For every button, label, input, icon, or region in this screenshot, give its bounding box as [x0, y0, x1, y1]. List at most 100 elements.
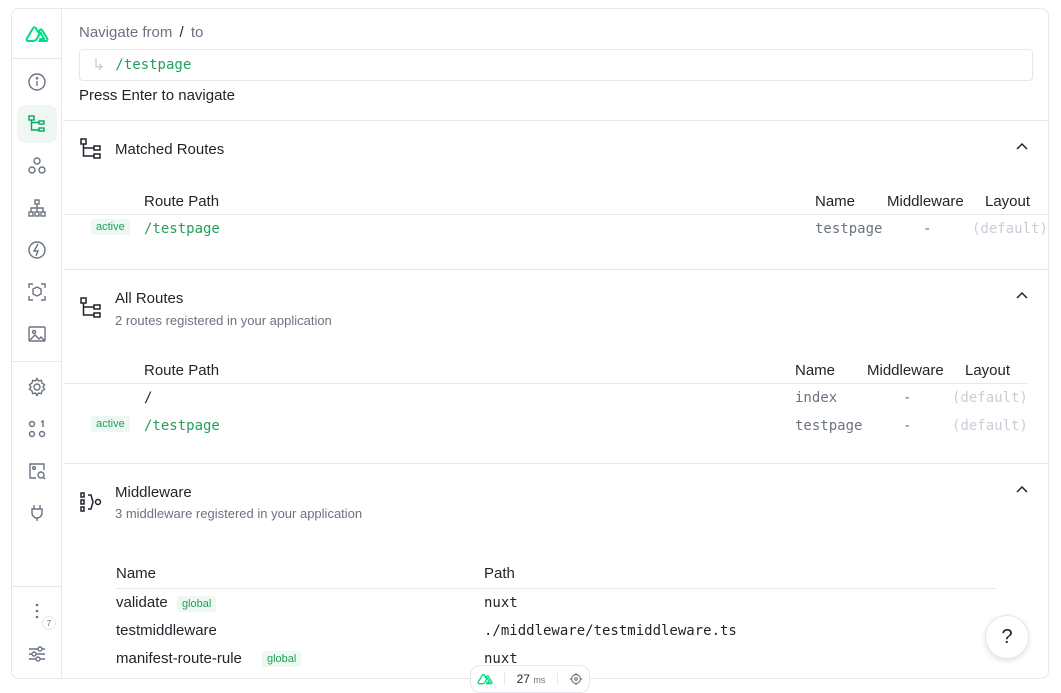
- nuxt-logo-icon[interactable]: [477, 673, 493, 685]
- navigate-hint: Press Enter to navigate: [79, 87, 235, 104]
- route-layout: (default): [952, 418, 1028, 434]
- nuxt-logo-icon: [25, 25, 49, 42]
- sidebar-item-payload[interactable]: [17, 410, 57, 448]
- render-time-unit: ms: [533, 675, 546, 685]
- devtools-status-bar: 27 ms: [470, 665, 590, 693]
- navigate-hint-key: Enter: [121, 87, 158, 104]
- middleware-path: ./middleware/testmiddleware.ts: [484, 623, 737, 639]
- components-icon: [28, 157, 46, 174]
- middleware-path: nuxt: [484, 595, 518, 611]
- gear-icon: [28, 377, 46, 397]
- middleware-title: Middleware: [115, 484, 192, 501]
- image-icon: [28, 326, 46, 342]
- route-tree-icon: [80, 297, 101, 318]
- middleware-name: testmiddleware: [116, 622, 217, 639]
- sidebar-divider: [12, 361, 62, 362]
- render-time: 27 ms: [517, 672, 546, 686]
- navigate-input[interactable]: [115, 57, 996, 73]
- devtools-window: 7 Navigate from / to ↳ Press Enter to na…: [11, 8, 1049, 679]
- all-routes-title: All Routes: [115, 290, 184, 307]
- sidebar-divider-bottom: [12, 586, 62, 587]
- route-name: testpage: [795, 418, 863, 434]
- matched-col-route-path: Route Path: [144, 193, 220, 210]
- route-path-link[interactable]: /: [144, 390, 152, 406]
- all-header-divider: [63, 383, 1027, 384]
- sidebar-item-imports[interactable]: [17, 231, 57, 269]
- navigate-title-suffix: to: [190, 24, 204, 41]
- matched-col-middleware: Middleware: [887, 193, 964, 210]
- nuxt-logo[interactable]: [12, 9, 62, 59]
- all-col-name: Name: [795, 362, 836, 379]
- payload-icon: [28, 419, 46, 438]
- route-name: index: [795, 390, 838, 406]
- matched-route-layout: (default): [972, 221, 1048, 237]
- navigate-input-box[interactable]: ↳: [79, 49, 1033, 81]
- mw-header-divider: [116, 588, 996, 589]
- render-time-value: 27: [516, 672, 530, 686]
- sidebar-item-assets[interactable]: [17, 315, 57, 353]
- sliders-icon: [29, 646, 45, 662]
- chevron-up-icon[interactable]: [1014, 482, 1030, 498]
- route-middleware: -: [903, 390, 912, 406]
- matched-routes-section: Matched Routes Route Path Name Middlewar…: [63, 120, 1048, 269]
- chevron-up-icon[interactable]: [1014, 288, 1030, 304]
- status-separator: [504, 673, 506, 685]
- route-tree-icon: [80, 138, 101, 159]
- navigate-title-slash: /: [179, 24, 184, 41]
- sidebar-item-overview[interactable]: [17, 63, 57, 101]
- mw-col-name: Name: [116, 565, 157, 582]
- crosshair-icon[interactable]: [569, 672, 583, 686]
- plug-icon: [31, 505, 43, 521]
- sidebar-item-components[interactable]: [17, 147, 57, 185]
- matched-route-middleware: -: [923, 221, 932, 237]
- sidebar-item-open-graph[interactable]: [17, 452, 57, 490]
- middleware-icon: [80, 492, 102, 512]
- navigate-title-prefix: Navigate from: [79, 24, 173, 41]
- navigate-hint-prefix: Press: [79, 87, 118, 104]
- more-count-badge: 7: [42, 616, 56, 630]
- navigate-title: Navigate from / to: [79, 24, 203, 41]
- all-col-middleware: Middleware: [867, 362, 944, 379]
- middleware-name: validate: [116, 594, 168, 611]
- sidebar-item-modules[interactable]: [17, 273, 57, 311]
- middleware-section: Middleware 3 middleware registered in yo…: [63, 463, 1048, 678]
- middleware-name: manifest-route-rule: [116, 650, 242, 667]
- main-panel: Navigate from / to ↳ Press Enter to navi…: [63, 9, 1048, 678]
- sidebar-item-runtime-config[interactable]: [17, 368, 57, 406]
- matched-routes-title: Matched Routes: [115, 141, 225, 158]
- sidebar: 7: [12, 9, 62, 678]
- cube-scan-icon: [28, 283, 46, 301]
- help-button[interactable]: ?: [985, 615, 1029, 659]
- route-tree-icon: [28, 115, 45, 132]
- all-col-layout: Layout: [965, 362, 1011, 379]
- navigate-hint-suffix: to navigate: [161, 87, 235, 104]
- global-badge: global: [262, 651, 302, 667]
- sidebar-item-settings[interactable]: [17, 635, 57, 673]
- route-path-link[interactable]: /testpage: [144, 418, 220, 434]
- matched-route-path-link[interactable]: /testpage: [144, 221, 220, 237]
- matched-header-divider: [63, 214, 1048, 215]
- mw-col-path: Path: [484, 565, 515, 582]
- chevron-up-icon[interactable]: [1014, 139, 1030, 155]
- info-icon: [28, 73, 46, 91]
- active-badge: active: [91, 416, 130, 432]
- matched-col-layout: Layout: [985, 193, 1031, 210]
- all-routes-subtitle: 2 routes registered in your application: [115, 313, 332, 328]
- all-routes-section: All Routes 2 routes registered in your a…: [63, 269, 1048, 463]
- global-badge: global: [177, 596, 217, 612]
- lightning-icon: [28, 241, 46, 259]
- sidebar-item-pages[interactable]: [17, 105, 57, 143]
- matched-col-name: Name: [815, 193, 856, 210]
- route-middleware: -: [903, 418, 912, 434]
- image-search-icon: [29, 463, 46, 480]
- matched-route-name: testpage: [815, 221, 883, 237]
- route-layout: (default): [952, 390, 1028, 406]
- all-col-route-path: Route Path: [144, 362, 220, 379]
- hierarchy-icon: [28, 199, 46, 217]
- status-separator: [556, 673, 558, 685]
- middleware-subtitle: 3 middleware registered in your applicat…: [115, 506, 363, 521]
- sidebar-item-tree[interactable]: [17, 189, 57, 227]
- return-arrow-icon: ↳: [92, 57, 106, 74]
- sidebar-item-plugins[interactable]: [17, 494, 57, 532]
- active-badge: active: [91, 219, 130, 235]
